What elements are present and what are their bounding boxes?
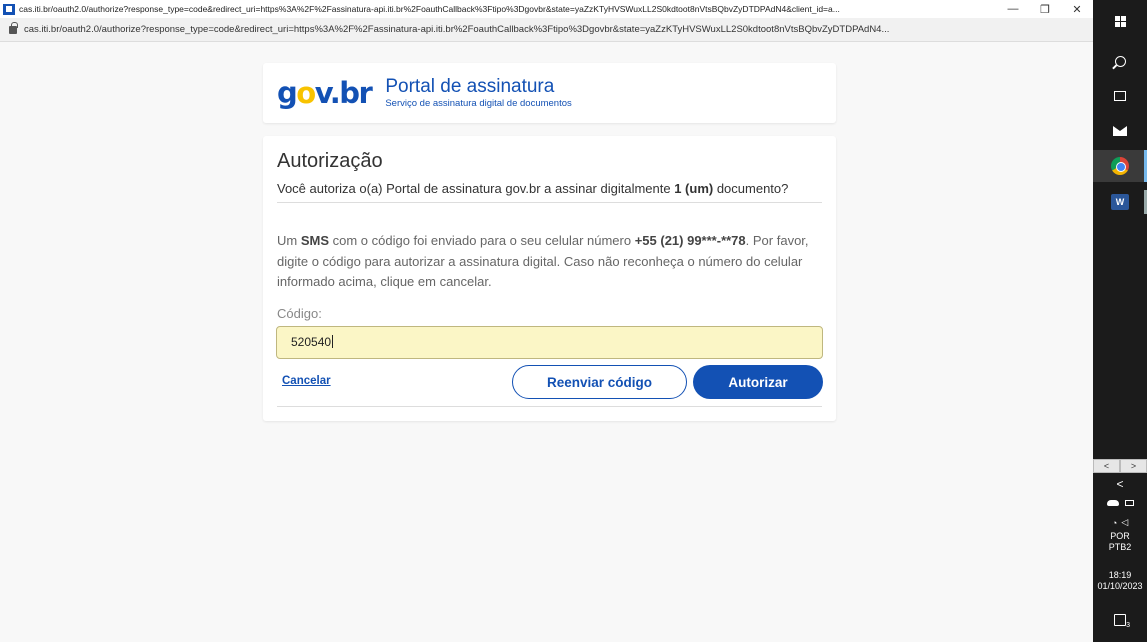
language-indicator[interactable]: POR PTB2	[1093, 531, 1147, 553]
network-volume-row: ◔ ◁	[1093, 517, 1147, 528]
search-button[interactable]	[1093, 56, 1147, 67]
tray-icons-row	[1093, 500, 1147, 506]
clock[interactable]: 18:19 01/10/2023	[1093, 570, 1147, 592]
scroll-right-button[interactable]: >	[1120, 459, 1147, 473]
window-title: cas.iti.br/oauth2.0/authorize?response_t…	[19, 4, 840, 14]
search-icon	[1114, 56, 1126, 67]
sms-info-text: Um SMS com o código foi enviado para o s…	[277, 233, 809, 289]
notification-center-button[interactable]: 3	[1093, 614, 1147, 629]
task-view-icon	[1114, 91, 1126, 101]
windows-taskbar: W < > < ◔ ◁ POR PTB2 18:19 01/10/2023 3	[1093, 0, 1147, 642]
header-card: gov.br Portal de assinatura Serviço de a…	[263, 63, 836, 123]
lock-icon[interactable]	[9, 21, 18, 34]
wifi-icon[interactable]: ◔	[1112, 518, 1117, 528]
mail-app-button[interactable]	[1093, 126, 1147, 136]
cancel-link[interactable]: Cancelar	[282, 375, 331, 387]
authorization-question: Você autoriza o(a) Portal de assinatura …	[277, 181, 789, 196]
header-text: Portal de assinatura Serviço de assinatu…	[385, 75, 572, 110]
taskbar-scroll: < >	[1093, 459, 1147, 473]
code-label: Código:	[277, 306, 322, 321]
browser-title-bar: cas.iti.br/oauth2.0/authorize?response_t…	[0, 0, 1093, 18]
word-app-button[interactable]: W	[1093, 194, 1147, 210]
code-input[interactable]: 520540	[276, 326, 823, 359]
volume-icon[interactable]: ◁	[1121, 517, 1128, 528]
mail-icon	[1113, 126, 1127, 136]
authorization-title: Autorização	[277, 150, 383, 172]
window-controls: — ❐ ✕	[997, 0, 1093, 18]
site-favicon-icon	[3, 3, 15, 15]
scroll-left-button[interactable]: <	[1093, 459, 1120, 473]
url-text[interactable]: cas.iti.br/oauth2.0/authorize?response_t…	[24, 24, 1084, 35]
chrome-app-button[interactable]	[1093, 150, 1147, 182]
onedrive-icon[interactable]	[1106, 500, 1119, 506]
resend-code-button[interactable]: Reenviar código	[512, 365, 687, 399]
page-content: gov.br Portal de assinatura Serviço de a…	[0, 43, 1093, 642]
portal-subtitle: Serviço de assinatura digital de documen…	[385, 98, 572, 110]
task-view-button[interactable]	[1093, 91, 1147, 101]
maximize-button[interactable]: ❐	[1029, 0, 1061, 18]
start-button[interactable]	[1093, 16, 1147, 27]
notification-icon: 3	[1114, 614, 1130, 629]
word-icon: W	[1111, 194, 1129, 210]
notification-count: 3	[1126, 622, 1130, 629]
divider	[277, 406, 822, 407]
text-caret	[332, 335, 334, 348]
show-hidden-icons-button[interactable]: <	[1093, 477, 1147, 491]
windows-logo-icon	[1114, 16, 1126, 27]
chrome-icon	[1111, 157, 1129, 175]
govbr-logo: gov.br	[277, 75, 373, 110]
authorize-button[interactable]: Autorizar	[693, 365, 823, 399]
address-bar[interactable]: cas.iti.br/oauth2.0/authorize?response_t…	[0, 18, 1093, 42]
clock-time: 18:19	[1108, 570, 1132, 580]
divider	[277, 202, 822, 203]
minimize-button[interactable]: —	[997, 0, 1029, 18]
battery-icon[interactable]	[1124, 500, 1134, 506]
clock-date: 01/10/2023	[1097, 581, 1143, 591]
close-button[interactable]: ✕	[1061, 0, 1093, 18]
authorization-card: Autorização Você autoriza o(a) Portal de…	[263, 136, 836, 421]
portal-title: Portal de assinatura	[385, 75, 555, 97]
